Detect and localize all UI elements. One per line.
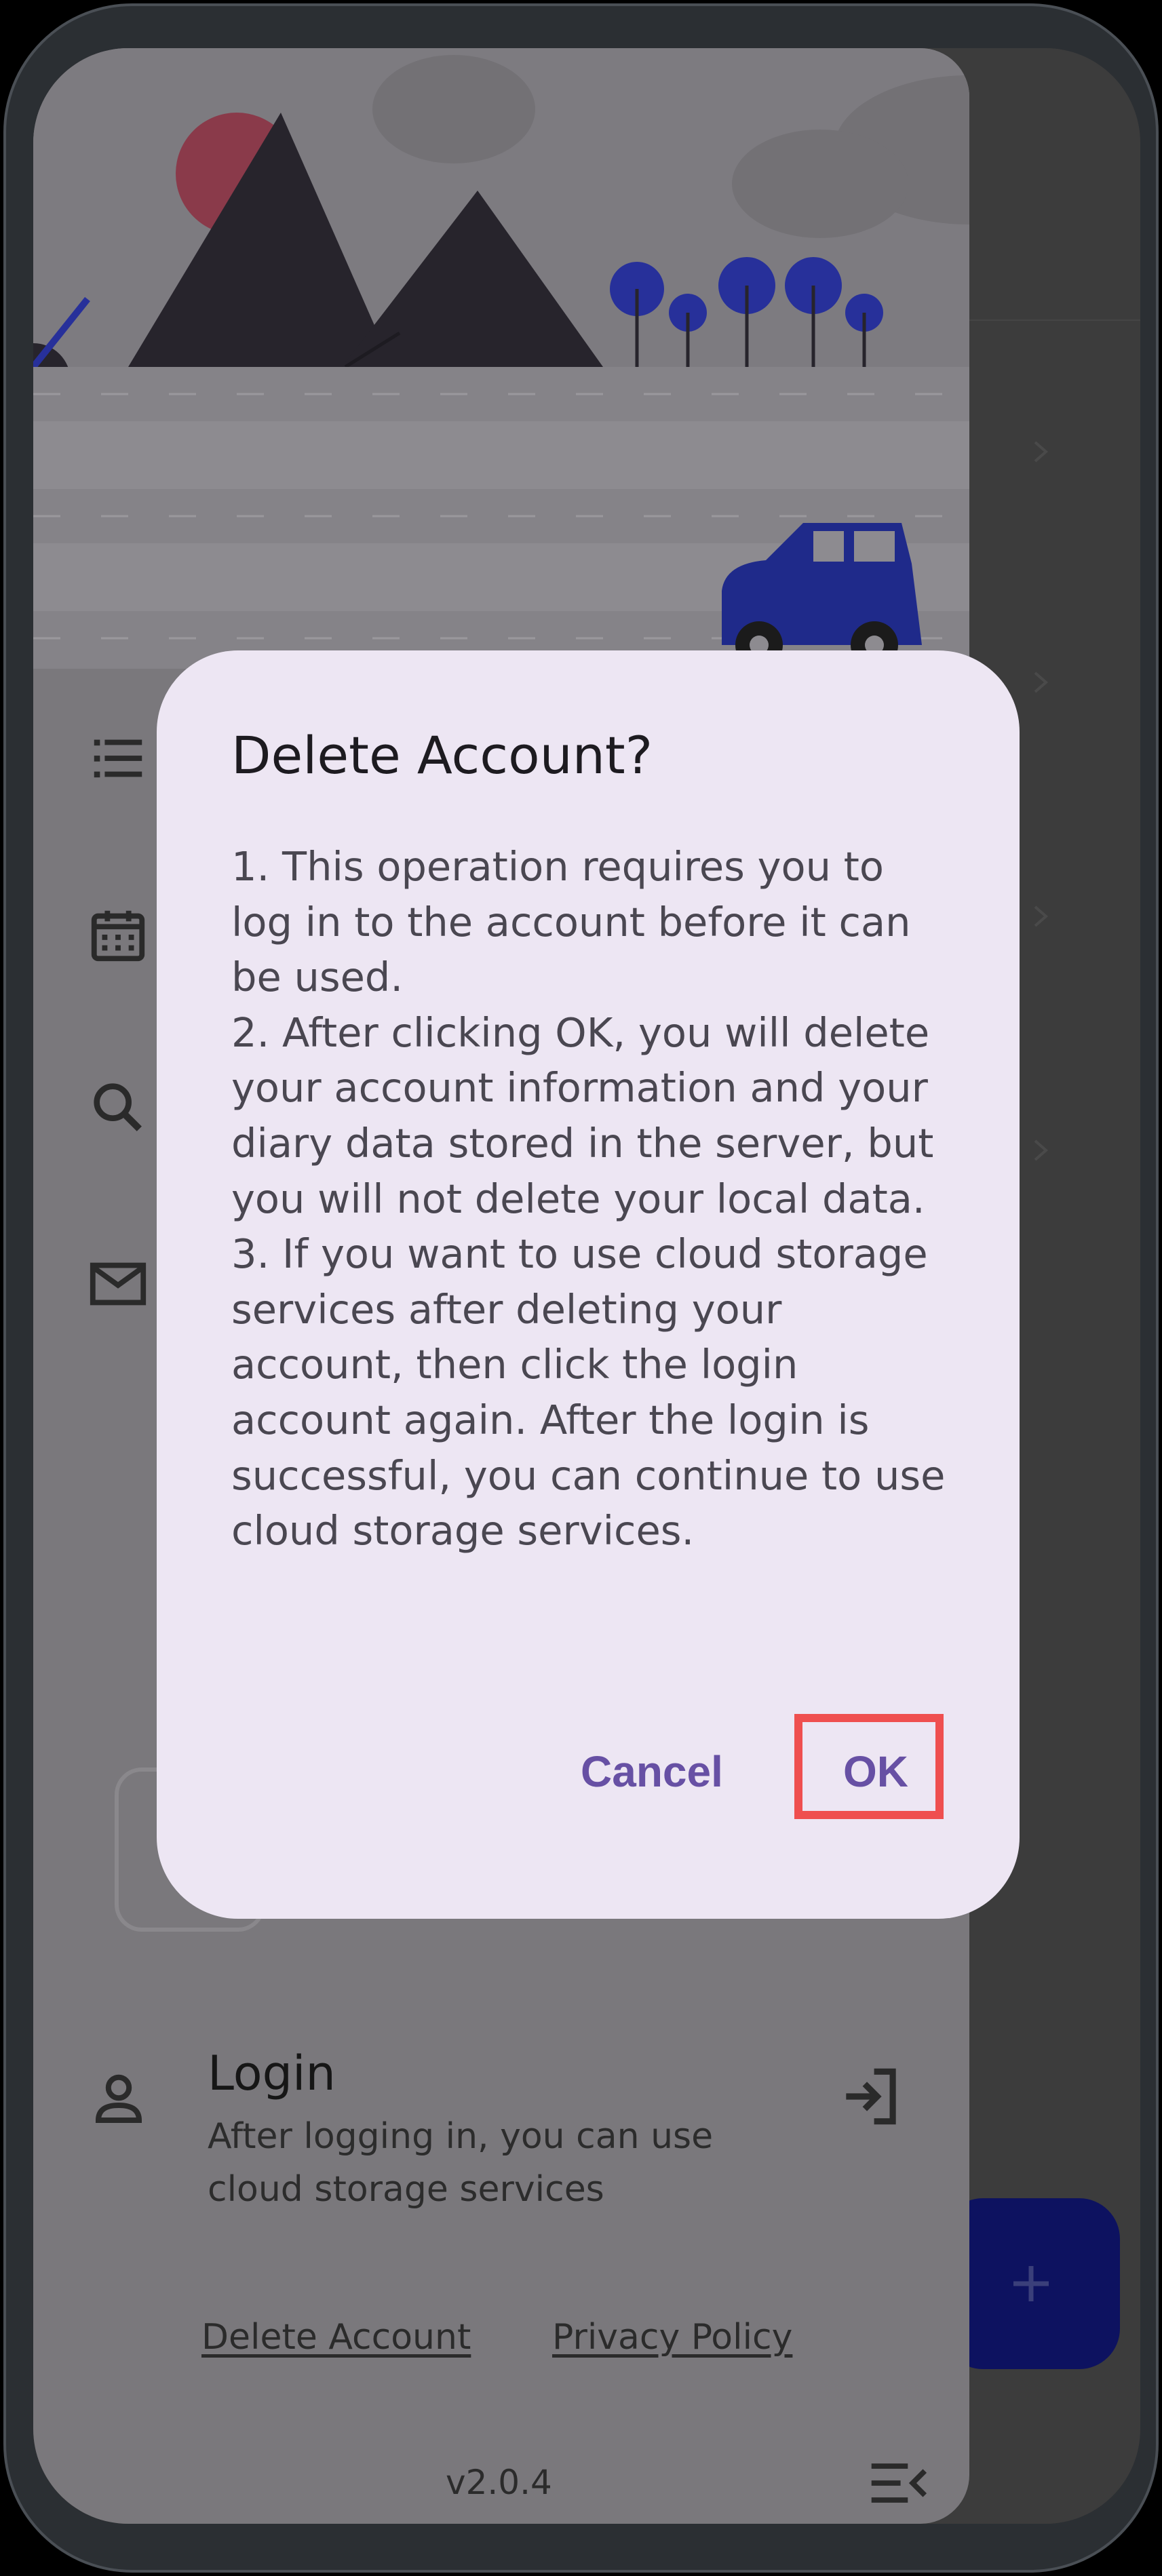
phone-frame: Login After logging in, you can use clou… [3,3,1159,2573]
chevron-right-icon [1034,441,1049,463]
person-icon [95,2074,142,2123]
login-description: After logging in, you can use cloud stor… [208,2116,714,2210]
app-version: v2.0.4 [446,2463,552,2502]
chevron-right-icon [1034,671,1049,693]
list-divider [969,319,1140,321]
mail-icon[interactable] [86,1252,150,1316]
dialog-title: Delete Account? [231,725,653,785]
drawer-header-illustration [33,48,969,669]
menu-collapse-icon[interactable] [864,2453,932,2514]
login-arrow-icon[interactable] [834,2059,908,2134]
cancel-button[interactable]: Cancel [581,1746,723,1797]
ok-button[interactable]: OK [843,1746,908,1797]
calendar-icon[interactable] [86,903,150,967]
chevron-right-icon [1034,905,1049,927]
login-title[interactable]: Login [208,2046,336,2101]
screen: Login After logging in, you can use clou… [33,48,1140,2524]
delete-account-dialog: Delete Account? 1. This operation requir… [157,650,1020,1919]
privacy-policy-link[interactable]: Privacy Policy [552,2317,792,2358]
list-icon[interactable] [86,726,150,790]
delete-account-link[interactable]: Delete Account [201,2317,471,2358]
chevron-right-icon [1034,1139,1049,1161]
search-icon[interactable] [86,1076,150,1139]
dialog-message: 1. This operation requires you to log in… [231,843,946,1555]
